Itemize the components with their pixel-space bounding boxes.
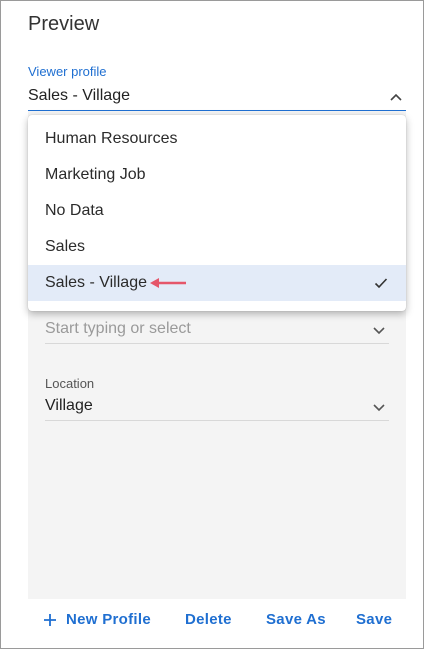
dropdown-option[interactable]: No Data [28,193,406,229]
hidden-field-select[interactable]: Start typing or select [45,317,389,344]
viewer-profile-select[interactable]: Sales - Village [28,83,406,111]
dropdown-option[interactable]: Marketing Job [28,157,406,193]
preview-panel: Preview Viewer profile Sales - Village J… [0,0,424,649]
location-select[interactable]: Village [45,394,389,421]
footer-actions: New Profile Delete Save As Save [1,607,423,633]
new-profile-button[interactable]: New Profile [66,611,151,628]
location-label: Location [45,376,95,391]
red-arrow-icon [150,278,186,288]
check-icon [374,278,388,289]
chevron-down-icon[interactable] [371,322,387,338]
save-as-button[interactable]: Save As [266,611,326,628]
viewer-profile-dropdown: Human Resources Marketing Job No Data Sa… [28,115,406,311]
chevron-up-icon[interactable] [388,89,404,105]
location-value: Village [45,397,93,414]
viewer-profile-label: Viewer profile [28,64,107,79]
dropdown-option-selected[interactable]: Sales - Village [28,265,406,301]
plus-icon[interactable] [43,613,57,627]
dropdown-option[interactable]: Sales [28,229,406,265]
chevron-down-icon[interactable] [371,399,387,415]
dropdown-option[interactable]: Human Resources [28,121,406,157]
save-button[interactable]: Save [356,611,392,628]
viewer-profile-value: Sales - Village [28,87,130,104]
panel-title: Preview [28,13,100,35]
delete-button[interactable]: Delete [185,611,232,628]
hidden-field-placeholder: Start typing or select [45,320,191,337]
